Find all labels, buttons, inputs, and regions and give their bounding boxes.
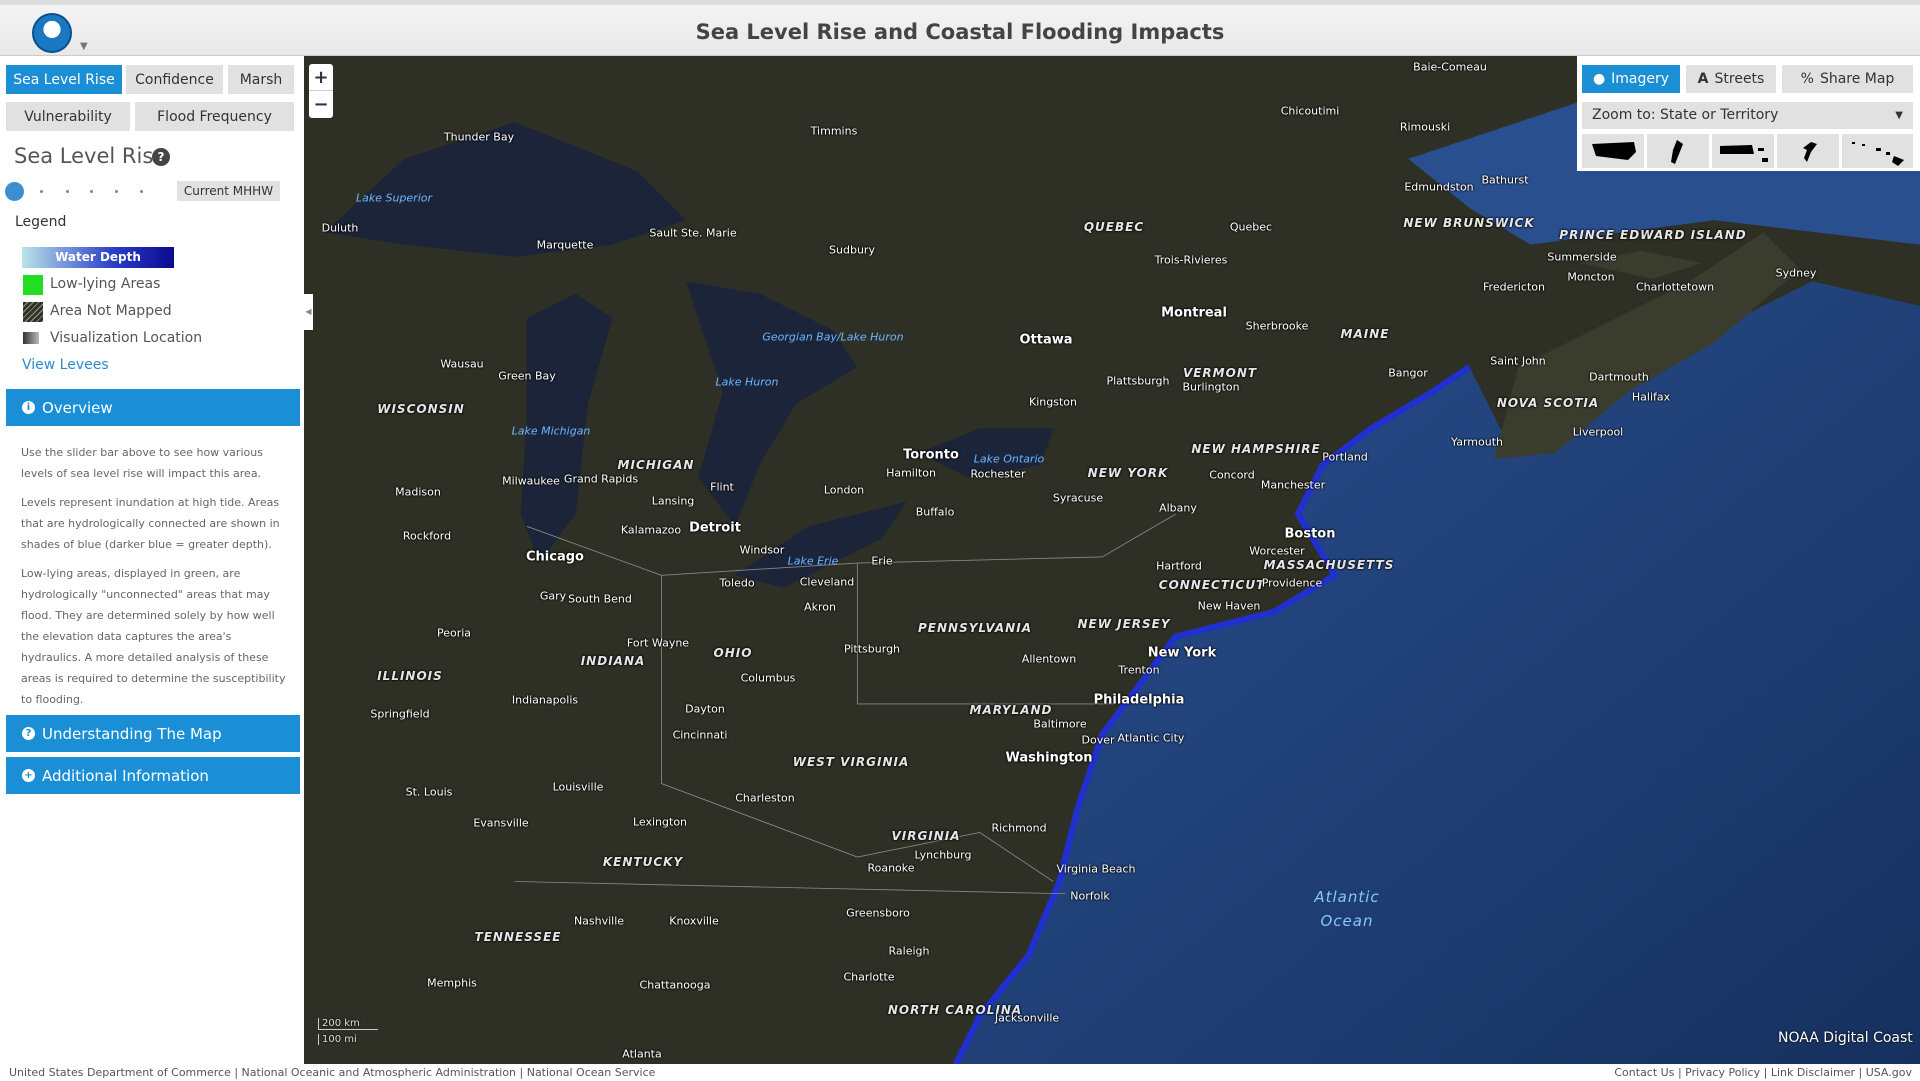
legend-not-mapped: Area Not Mapped [50,303,172,319]
lake-ontario [918,428,1054,478]
footer: United States Department of Commerce | N… [0,1064,1920,1081]
footer-agencies[interactable]: United States Department of Commerce | N… [9,1064,655,1081]
tab-confidence[interactable]: Confidence [126,65,223,94]
lake-superior [324,122,686,257]
additional-info-accordion[interactable]: + Additional Information [6,757,300,794]
map-options-panel: ● Imagery A Streets % Share Map Zoom to: St… [1577,56,1920,171]
sidebar: Sea Level Rise Confidence Marsh Vulnerab… [0,56,303,1064]
zoom-to-label: Zoom to: State or Territory [1592,107,1779,123]
zoom-to-select[interactable]: Zoom to: State or Territory ▼ [1582,102,1913,129]
slider-tick[interactable] [140,190,143,193]
map-attribution: NOAA Digital Coast [1778,1030,1913,1046]
slider-tick[interactable] [40,190,43,193]
header: ▼ Sea Level Rise and Coastal Flooding Im… [0,0,1920,56]
state-border [856,563,1115,705]
share-label: Share Map [1819,71,1895,87]
imagery-button[interactable]: ● Imagery [1582,65,1680,93]
overview-paragraph: Use the slider bar above to see how vari… [21,446,263,480]
alaska-icon[interactable] [1647,134,1709,168]
info-icon: i [22,401,35,414]
zoom-control: + − [309,64,333,118]
map-imagery [324,67,1920,1064]
overview-paragraph: Levels represent inundation at high tide… [21,496,280,551]
legend-title: Legend [15,214,67,230]
hawaii-icon[interactable] [1842,134,1913,168]
footer-links[interactable]: Contact Us | Privacy Policy | Link Discl… [1614,1064,1912,1081]
streets-label: Streets [1714,71,1765,87]
collapse-sidebar-handle[interactable]: ◀ [304,294,313,330]
understanding-map-accordion[interactable]: ? Understanding The Map [6,715,300,752]
lake-erie [734,501,907,588]
section-title: Sea Level Rise [14,144,167,168]
low-lying-swatch [23,275,43,295]
overview-paragraph: Low-lying areas, displayed in green, are… [21,567,286,706]
additional-label: Additional Information [42,766,209,785]
zoom-in-button[interactable]: + [309,64,333,91]
slider-tick[interactable] [66,190,69,193]
chevron-down-icon: ▼ [1895,110,1903,121]
legend-low-lying: Low-lying Areas [50,276,161,292]
slider-tick[interactable] [115,190,118,193]
overview-accordion[interactable]: i Overview [6,389,300,426]
page-title: Sea Level Rise and Coastal Flooding Impa… [695,20,1225,44]
slider-tick[interactable] [90,190,93,193]
globe-icon: ● [1592,71,1606,87]
puerto-rico-icon[interactable] [1712,134,1774,168]
guam-icon[interactable] [1777,134,1839,168]
not-mapped-swatch [23,302,43,322]
understanding-label: Understanding The Map [42,724,222,743]
share-map-button[interactable]: % Share Map [1782,65,1913,93]
tab-marsh[interactable]: Marsh [228,65,294,94]
lake-michigan [520,293,613,564]
pei [1579,250,1703,279]
road-icon: A [1697,71,1709,87]
legend-viz-location: Visualization Location [50,330,203,346]
scale-mi: 100 mi [318,1034,398,1045]
zoom-out-button[interactable]: − [309,91,333,118]
map[interactable]: 200 km 100 mi [304,56,1920,1064]
continental-us-icon[interactable] [1582,134,1644,168]
visualization-location-icon [23,332,39,344]
tab-sea-level-rise[interactable]: Sea Level Rise [6,65,122,94]
link-icon: % [1800,71,1814,87]
help-icon[interactable]: ? [152,148,170,166]
imagery-label: Imagery [1611,71,1670,87]
tab-vulnerability[interactable]: Vulnerability [6,102,130,131]
slider-handle[interactable] [5,182,24,201]
scale-km: 200 km [318,1018,378,1030]
streets-button[interactable]: A Streets [1686,65,1776,93]
question-icon: ? [22,727,35,740]
current-level-label: Current MHHW [177,181,280,201]
tab-flood-frequency[interactable]: Flood Frequency [135,102,294,131]
overview-label: Overview [42,398,113,417]
water-depth-legend: Water Depth [22,247,174,268]
view-levees-link[interactable]: View Levees [22,357,109,373]
overview-text: Use the slider bar above to see how vari… [21,442,291,718]
state-border [514,881,1066,895]
plus-icon: + [22,769,35,782]
scale-bar: 200 km 100 mi [318,1018,398,1045]
lake-huron [685,281,858,527]
atlantic-ocean [955,281,1920,1064]
